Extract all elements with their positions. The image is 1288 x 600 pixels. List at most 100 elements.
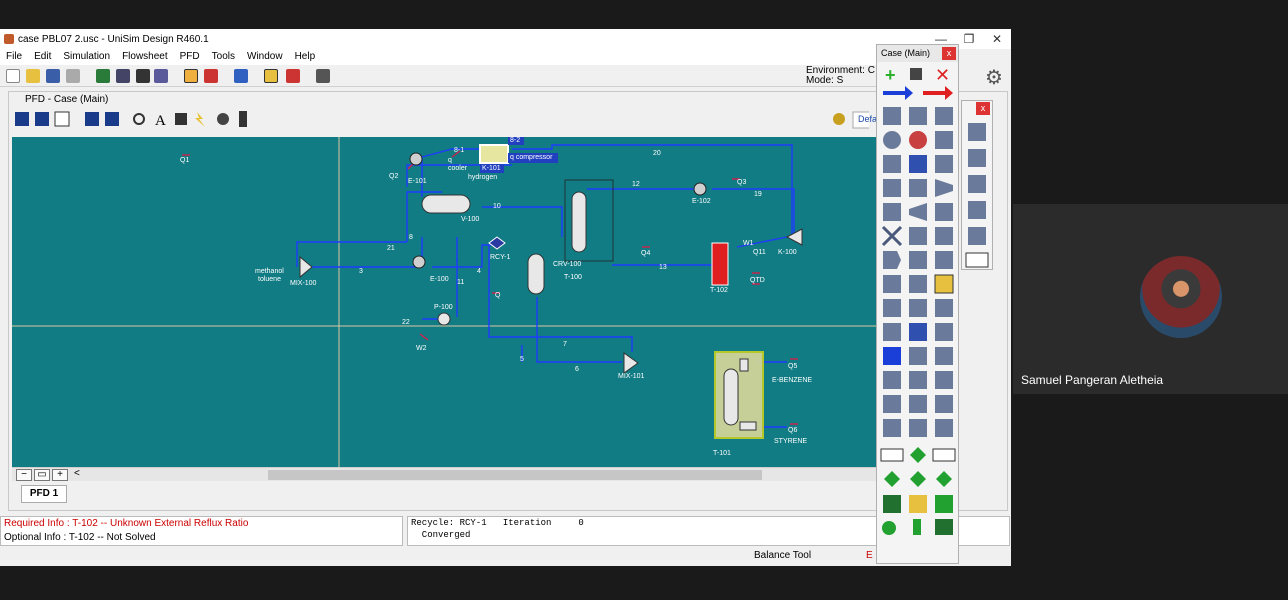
expander-icon[interactable] (935, 179, 953, 197)
logic-c-icon[interactable] (935, 371, 953, 389)
zoom-in-button[interactable]: + (52, 469, 68, 481)
menu-window[interactable]: Window (241, 49, 289, 65)
pfd-horizontal-scrollbar[interactable]: − ▭ + < (12, 467, 878, 481)
set-icon[interactable] (909, 347, 927, 365)
pfd-canvas[interactable]: Q1 Q2 E-101 8-1 q cooler K-101 8-2 q com… (12, 137, 878, 467)
scroll-left-button[interactable]: < (74, 468, 80, 479)
plate-exchanger-icon[interactable] (935, 155, 953, 173)
valve-icon[interactable] (909, 107, 927, 125)
p100-pump-icon[interactable] (437, 312, 451, 326)
logic-f-icon[interactable] (935, 395, 953, 413)
vessel-icon[interactable] (935, 131, 953, 149)
lock-icon[interactable] (910, 68, 922, 80)
reactor-icon[interactable] (883, 275, 901, 293)
pvt-icon[interactable] (883, 347, 901, 365)
pfd-select-icon[interactable] (85, 112, 99, 126)
sub-op-5-icon[interactable] (968, 227, 986, 245)
stream-10[interactable] (482, 206, 563, 237)
close-button[interactable]: ✕ (983, 29, 1011, 49)
zoom-out-button[interactable]: − (16, 469, 32, 481)
default-button[interactable]: Defa (858, 114, 877, 124)
logic-d-icon[interactable] (883, 395, 901, 413)
lng-exchanger-icon[interactable] (909, 155, 927, 173)
selected-op-icon[interactable] (934, 274, 954, 294)
logic-i-icon[interactable] (935, 419, 953, 437)
absorber-icon[interactable] (935, 251, 953, 269)
open-icon[interactable] (26, 69, 40, 83)
binoculars-tool-icon[interactable] (175, 113, 187, 125)
heat-exchanger-icon[interactable] (883, 155, 901, 173)
v100-separator-icon[interactable] (421, 194, 471, 214)
box-op-icon[interactable] (935, 519, 953, 535)
column-icon[interactable] (909, 251, 927, 269)
print-icon[interactable] (66, 69, 80, 83)
cooler-icon[interactable] (883, 179, 901, 197)
refresh-icon[interactable] (833, 113, 845, 125)
energy-stream-icon[interactable] (923, 86, 953, 100)
palette-close-button[interactable]: x (942, 47, 956, 60)
menu-help[interactable]: Help (289, 49, 322, 65)
flowsheet-icon[interactable] (880, 448, 904, 462)
flask-icon[interactable] (316, 69, 330, 83)
sub-op-4-icon[interactable] (968, 201, 986, 219)
mixer-tool-icon[interactable] (909, 227, 927, 245)
pen-icon[interactable] (909, 495, 927, 513)
chart-icon[interactable] (234, 69, 248, 83)
palette-icon[interactable] (217, 113, 229, 125)
circle-op-icon[interactable] (882, 521, 896, 535)
lightning-icon[interactable] (195, 112, 205, 127)
sub-op-2-icon[interactable] (968, 149, 986, 167)
save-icon[interactable] (46, 69, 60, 83)
menu-edit[interactable]: Edit (28, 49, 57, 65)
pfr-icon[interactable] (909, 275, 927, 293)
t102-column-icon[interactable] (711, 242, 729, 286)
solver-active-icon[interactable] (264, 69, 278, 83)
fired-heater-icon[interactable] (909, 131, 927, 149)
custom-icon[interactable] (932, 448, 956, 462)
tab-pfd-1[interactable]: PFD 1 (21, 485, 67, 503)
turbine-icon[interactable] (883, 203, 901, 221)
grid-icon[interactable] (883, 495, 901, 513)
adjust-icon[interactable] (935, 323, 953, 341)
controller-icon[interactable] (883, 299, 901, 317)
pfd-zoom-in-icon[interactable] (35, 112, 49, 126)
compressor-icon[interactable] (909, 179, 927, 197)
workbook-icon[interactable] (96, 69, 110, 83)
text-tool-icon[interactable]: A (155, 113, 166, 129)
balance-icon[interactable] (935, 347, 953, 365)
material-stream-icon[interactable] (883, 86, 913, 100)
logic-e-icon[interactable] (909, 395, 927, 413)
connector-icon[interactable] (935, 495, 953, 513)
delete-icon[interactable]: ✕ (935, 65, 950, 85)
scrollbar-thumb[interactable] (268, 470, 762, 480)
stream-19[interactable] (712, 188, 795, 237)
menu-flowsheet[interactable]: Flowsheet (116, 49, 174, 65)
mix101-mixer-icon[interactable] (623, 352, 639, 374)
oil-icon[interactable] (935, 299, 953, 317)
diamond-a-icon[interactable] (910, 447, 926, 463)
tee-icon[interactable] (881, 225, 903, 247)
pipe-icon[interactable] (883, 107, 901, 125)
mix100-mixer-icon[interactable] (299, 255, 313, 279)
solver-hold-icon[interactable] (286, 69, 300, 83)
splitter-icon[interactable] (935, 227, 953, 245)
layer-icon[interactable] (239, 111, 247, 127)
menu-pfd[interactable]: PFD (174, 49, 206, 65)
pfd-resize-icon[interactable] (54, 111, 70, 127)
e100-heater-icon[interactable] (412, 255, 426, 269)
bar-op-icon[interactable] (913, 519, 921, 535)
logic-g-icon[interactable] (883, 419, 901, 437)
pfd-zoom-all-icon[interactable] (15, 112, 29, 126)
diamond-d-icon[interactable] (936, 471, 952, 487)
balance-tool-label[interactable]: Balance Tool (754, 550, 811, 561)
pfd-move-icon[interactable] (105, 112, 119, 126)
separator-icon[interactable] (883, 251, 901, 269)
menu-simulation[interactable]: Simulation (57, 49, 116, 65)
k101-compressor-icon[interactable] (479, 144, 509, 164)
sub-palette-close-button[interactable]: x (976, 102, 990, 115)
sub-op-3-icon[interactable] (968, 175, 986, 193)
e101-cooler-icon[interactable] (409, 152, 423, 166)
t100-column-icon[interactable] (571, 191, 587, 253)
binoculars-icon[interactable] (136, 69, 150, 83)
crv100-reactor-icon[interactable] (527, 253, 545, 295)
